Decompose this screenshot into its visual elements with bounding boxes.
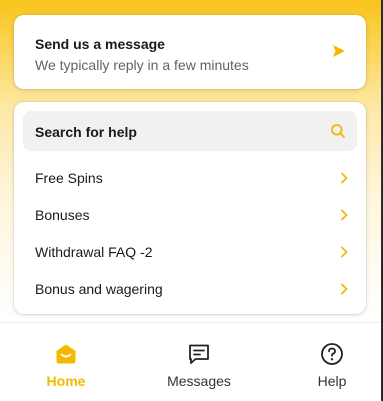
help-item-bonus-wagering[interactable]: Bonus and wagering [14, 270, 366, 307]
messages-icon [189, 344, 209, 364]
messenger-widget: Send us a message We typically reply in … [0, 0, 383, 401]
help-icon [321, 343, 343, 365]
help-item-label: Free Spins [35, 170, 103, 186]
help-item-label: Bonuses [35, 207, 90, 223]
search-help-label: Search for help [35, 124, 137, 140]
tab-help-label: Help [317, 373, 347, 389]
tab-home-label: Home [46, 373, 86, 389]
help-item-bonuses[interactable]: Bonuses [14, 196, 366, 233]
send-message-card[interactable]: Send us a message We typically reply in … [14, 15, 366, 89]
bottom-navigation: Home Messages Help [0, 322, 383, 401]
tab-messages[interactable]: Messages [159, 323, 239, 401]
send-message-title: Send us a message [35, 36, 165, 52]
search-help-input[interactable]: Search for help [23, 111, 357, 151]
help-item-withdrawal-faq[interactable]: Withdrawal FAQ -2 [14, 233, 366, 270]
help-articles-list: Free Spins Bonuses Withdrawal FAQ -2 Bon… [14, 159, 366, 307]
chevron-right-icon [341, 283, 348, 295]
home-icon [56, 344, 76, 364]
tab-messages-label: Messages [167, 373, 231, 389]
chevron-right-icon [341, 172, 348, 184]
tab-home[interactable]: Home [26, 323, 106, 401]
help-item-label: Withdrawal FAQ -2 [35, 244, 153, 260]
send-icon[interactable] [332, 44, 346, 58]
help-item-label: Bonus and wagering [35, 281, 163, 297]
send-message-subtitle: We typically reply in a few minutes [35, 57, 249, 73]
help-item-free-spins[interactable]: Free Spins [14, 159, 366, 196]
chevron-right-icon [341, 246, 348, 258]
help-card: Search for help Free Spins Bonuses Withd [14, 102, 366, 314]
chevron-right-icon [341, 209, 348, 221]
search-icon[interactable] [330, 123, 346, 139]
tab-help[interactable]: Help [292, 323, 372, 401]
